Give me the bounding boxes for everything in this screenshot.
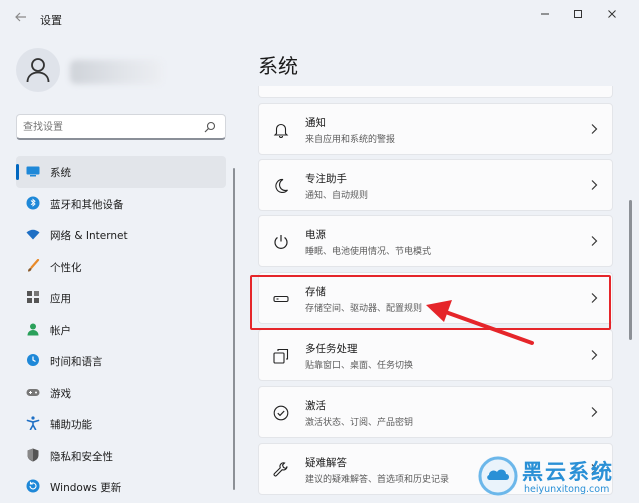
sidebar-item-label: 网络 & Internet (50, 230, 128, 242)
cloud-logo-icon (478, 456, 518, 496)
close-button[interactable] (597, 4, 627, 26)
card-power[interactable]: 电源 睡眠、电池使用情况、节电模式 (258, 215, 613, 267)
app-title: 设置 (40, 14, 62, 27)
card-description: 建议的疑难解答、首选项和历史记录 (305, 475, 450, 485)
accessibility-icon (26, 416, 40, 430)
shield-icon (27, 448, 39, 461)
bluetooth-icon (26, 196, 40, 209)
account-icon (27, 323, 39, 335)
sidebar-item-label: 游戏 (50, 387, 71, 400)
back-arrow-icon (15, 12, 26, 22)
sidebar-nav: 系统 蓝牙和其他设备 网络 & Internet 个性化 应用 帐户 时间和语言… (16, 156, 226, 503)
sidebar-scrollbar[interactable] (233, 168, 235, 490)
sidebar-item-label: 帐户 (50, 324, 71, 337)
card-description: 通知、自动规则 (305, 191, 369, 201)
check-circle-icon (273, 405, 289, 421)
storage-highlight-box (250, 275, 611, 330)
watermark-url: heiyunxitong.com (524, 484, 610, 495)
sidebar-item-gaming[interactable]: 游戏 (16, 377, 226, 409)
card-title: 专注助手 (305, 173, 347, 185)
close-icon (608, 10, 616, 18)
card-description: 贴靠窗口、桌面、任务切换 (305, 361, 414, 371)
chevron-right-icon (591, 407, 598, 417)
power-icon (274, 235, 288, 249)
sidebar-item-apps[interactable]: 应用 (16, 282, 226, 314)
maximize-icon (574, 10, 582, 18)
card-notifications[interactable]: 通知 来自应用和系统的警报 (258, 103, 613, 155)
system-display-icon (26, 166, 40, 177)
search-icon (204, 121, 216, 133)
brush-icon (28, 258, 40, 271)
card-title: 通知 (305, 117, 326, 129)
clock-globe-icon (27, 354, 39, 366)
sidebar-item-label: 隐私和安全性 (50, 450, 113, 463)
sidebar-item-bluetooth[interactable]: 蓝牙和其他设备 (16, 188, 226, 220)
card-description: 睡眠、电池使用情况、节电模式 (305, 247, 432, 257)
wifi-icon (26, 229, 40, 240)
back-button[interactable] (10, 8, 32, 30)
moon-icon (275, 178, 288, 194)
card-activation[interactable]: 激活 激活状态、订阅、产品密钥 (258, 386, 613, 438)
search-box[interactable] (16, 114, 226, 140)
sidebar-item-label: 应用 (50, 293, 71, 305)
watermark-title: 黑云系统 (522, 460, 614, 484)
watermark: 黑云系统 heiyunxitong.com (474, 454, 634, 500)
sidebar-item-privacy[interactable]: 隐私和安全性 (16, 440, 226, 472)
wrench-icon (273, 462, 288, 477)
minimize-button[interactable] (530, 4, 560, 26)
partial-card (258, 86, 613, 98)
card-title: 疑难解答 (305, 457, 347, 469)
search-input[interactable] (23, 119, 203, 135)
chevron-right-icon (591, 180, 598, 190)
card-title: 电源 (305, 229, 326, 241)
sidebar-item-accessibility[interactable]: 辅助功能 (16, 408, 226, 440)
chevron-right-icon (591, 236, 598, 246)
avatar[interactable] (16, 48, 60, 92)
gamepad-icon (26, 388, 40, 396)
card-description: 来自应用和系统的警报 (305, 135, 396, 145)
card-multitasking[interactable]: 多任务处理 贴靠窗口、桌面、任务切换 (258, 329, 613, 381)
card-title: 多任务处理 (305, 343, 358, 355)
sidebar-item-label: Windows 更新 (50, 482, 122, 494)
sidebar-item-time-language[interactable]: 时间和语言 (16, 345, 226, 377)
chevron-right-icon (591, 124, 598, 134)
sidebar-item-label: 蓝牙和其他设备 (50, 198, 124, 211)
chevron-right-icon (591, 350, 598, 360)
sidebar-item-label: 辅助功能 (50, 419, 92, 431)
sidebar-item-windows-update[interactable]: Windows 更新 (16, 471, 226, 503)
minimize-icon (541, 13, 549, 15)
page-title: 系统 (258, 54, 298, 78)
card-description: 激活状态、订阅、产品密钥 (305, 418, 414, 428)
card-focus-assist[interactable]: 专注助手 通知、自动规则 (258, 159, 613, 211)
main-scrollbar[interactable] (629, 200, 632, 340)
apps-icon (27, 291, 39, 303)
sidebar-item-system[interactable]: 系统 (16, 156, 226, 188)
update-icon (26, 479, 40, 493)
sidebar-item-label: 个性化 (50, 261, 82, 274)
multitask-icon (273, 348, 289, 364)
user-name-blurred (70, 60, 162, 84)
sidebar-item-label: 系统 (50, 167, 71, 179)
sidebar-item-personalization[interactable]: 个性化 (16, 251, 226, 283)
maximize-button[interactable] (563, 4, 593, 26)
card-title: 激活 (305, 400, 326, 412)
bell-icon (273, 123, 289, 138)
title-bar: 设置 (0, 0, 639, 38)
person-icon (26, 58, 50, 83)
sidebar-item-label: 时间和语言 (50, 356, 103, 368)
sidebar-item-network[interactable]: 网络 & Internet (16, 219, 226, 251)
watermark-logo (478, 456, 518, 496)
sidebar-item-accounts[interactable]: 帐户 (16, 314, 226, 346)
